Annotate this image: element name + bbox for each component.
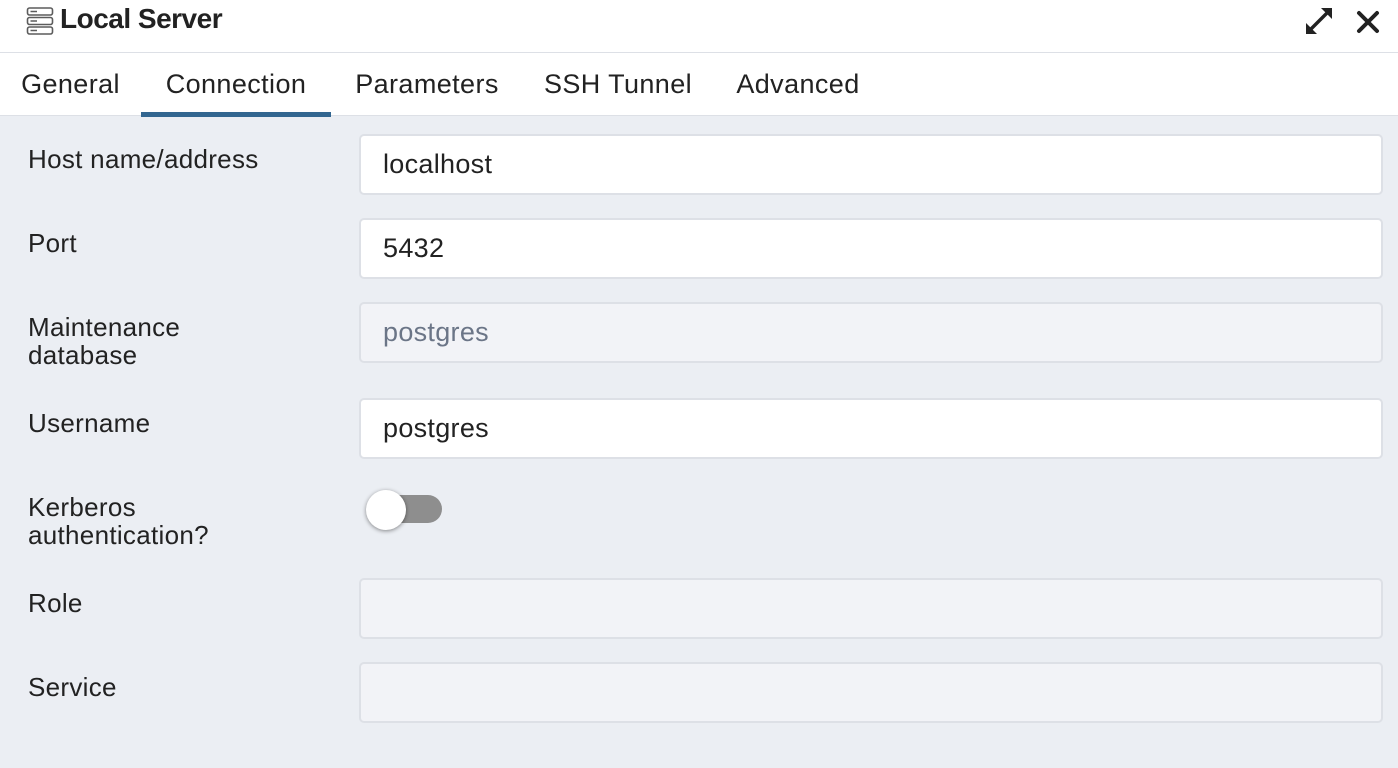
maintenance-db-label-line1: Maintenance <box>28 312 181 342</box>
username-input[interactable] <box>359 398 1383 459</box>
close-icon[interactable] <box>1352 4 1384 38</box>
dialog-title: Local Server <box>60 3 223 34</box>
tab-advanced[interactable]: Advanced <box>713 53 883 116</box>
kerberos-label-line1: Kerberos <box>28 492 136 522</box>
port-input[interactable] <box>359 218 1383 279</box>
tab-connection[interactable]: Connection <box>141 53 331 117</box>
tab-parameters[interactable]: Parameters <box>331 53 523 116</box>
maintenance-db-label: Maintenance database <box>28 313 328 369</box>
expand-arrows-icon[interactable] <box>1302 4 1336 38</box>
role-input <box>359 578 1383 639</box>
server-icon <box>26 7 54 35</box>
dialog-titlebar: Local Server <box>0 0 1398 53</box>
maintenance-db-label-line2: database <box>28 340 138 370</box>
kerberos-label: Kerberos authentication? <box>28 493 328 549</box>
role-label: Role <box>28 588 83 618</box>
kerberos-label-line2: authentication? <box>28 520 209 550</box>
tab-bar: General Connection Parameters SSH Tunnel… <box>0 53 1398 117</box>
port-label: Port <box>28 228 77 258</box>
toggle-knob <box>366 490 406 530</box>
tab-ssh-tunnel[interactable]: SSH Tunnel <box>523 53 713 116</box>
host-input[interactable] <box>359 134 1383 195</box>
host-label: Host name/address <box>28 144 259 174</box>
tab-general[interactable]: General <box>0 53 141 116</box>
kerberos-toggle[interactable] <box>366 490 446 530</box>
service-input <box>359 662 1383 723</box>
maintenance-db-input <box>359 302 1383 363</box>
username-label: Username <box>28 408 151 438</box>
service-label: Service <box>28 672 117 702</box>
